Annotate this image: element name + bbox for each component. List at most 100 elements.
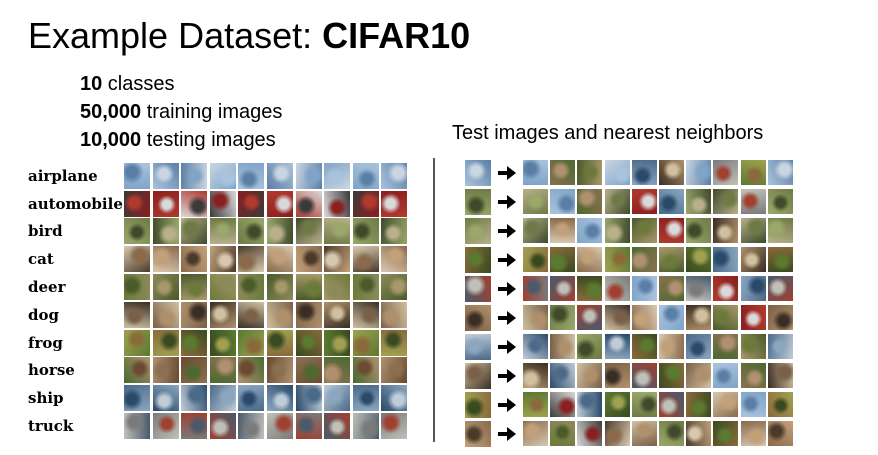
stat-testing: 10,000 testing images (80, 126, 282, 154)
stat-number: 10 (80, 73, 103, 95)
class-row-bird: bird (28, 218, 410, 246)
horse-thumbnail (381, 357, 408, 384)
neighbor-image (686, 276, 712, 301)
class-row-deer: deer (28, 273, 410, 301)
frog-thumbnail (295, 329, 322, 356)
neighbor-image (550, 421, 576, 446)
frog-thumbnail (352, 329, 379, 356)
neighbor-image (604, 305, 630, 330)
frog-thumbnail (266, 329, 293, 356)
neighbor-image (686, 189, 712, 214)
neighbor-image (604, 276, 630, 301)
arrow-right-icon (498, 252, 516, 267)
cat-thumbnail (381, 246, 408, 273)
class-row-automobile: automobile (28, 190, 410, 218)
neighbor-image (658, 247, 684, 272)
stat-text: classes (102, 73, 175, 95)
neighbor-image (577, 218, 603, 243)
neighbor-image (713, 334, 739, 359)
truck-thumbnail (124, 413, 150, 440)
dog-thumbnail (209, 301, 236, 328)
deer-thumbnail (266, 274, 293, 301)
neighbor-image (604, 421, 630, 446)
bird-thumbnail (152, 218, 179, 245)
airplane-thumbnail (324, 162, 351, 189)
horse-thumbnail (324, 357, 351, 384)
truck-thumbnail (352, 413, 379, 440)
class-label: bird (28, 222, 63, 241)
neighbor-image (767, 363, 793, 388)
arrow-right-icon (498, 281, 516, 296)
neighbor-image (604, 392, 630, 417)
neighbor-image (523, 305, 548, 330)
dog-thumbnail (238, 301, 265, 328)
truck-thumbnail (266, 413, 293, 440)
neighbor-image (577, 160, 603, 185)
neighbor-image (631, 334, 657, 359)
automobile-thumbnail (352, 190, 379, 217)
ship-thumbnail (352, 385, 379, 412)
ship-thumbnail (295, 385, 322, 412)
neighbor-image (713, 305, 739, 330)
neighbor-image (604, 363, 630, 388)
neighbor-image (686, 392, 712, 417)
deer-thumbnail (381, 274, 408, 301)
neighbor-image (658, 421, 684, 446)
query-image (465, 275, 491, 302)
cat-thumbnail (152, 246, 179, 273)
cat-thumbnail (352, 246, 379, 273)
query-image (465, 391, 491, 418)
neighbor-image (713, 276, 739, 301)
class-row-frog: frog (28, 329, 410, 357)
neighbor-image (740, 276, 766, 301)
dog-thumbnail (295, 301, 322, 328)
bird-thumbnail (352, 218, 379, 245)
neighbor-image (523, 218, 548, 243)
automobile-thumbnail (124, 190, 150, 217)
class-label: airplane (28, 166, 98, 185)
neighbor-image (686, 218, 712, 243)
dog-thumbnail (381, 301, 408, 328)
nn-row (465, 158, 795, 187)
ship-thumbnail (381, 385, 408, 412)
class-sample-grid: airplane automobile bird cat deer dog frog hors… (28, 162, 410, 440)
neighbor-image (631, 218, 657, 243)
neighbor-image (767, 247, 793, 272)
class-row-horse: horse (28, 357, 410, 385)
bird-thumbnail (381, 218, 408, 245)
neighbor-image (740, 160, 766, 185)
ship-thumbnail (266, 385, 293, 412)
deer-thumbnail (352, 274, 379, 301)
class-label: cat (28, 250, 54, 269)
airplane-thumbnail (352, 162, 379, 189)
neighbor-image (740, 334, 766, 359)
neighbor-image (523, 276, 548, 301)
neighbor-image (713, 218, 739, 243)
neighbor-image (740, 421, 766, 446)
neighbor-image (523, 189, 548, 214)
neighbor-image (550, 363, 576, 388)
neighbor-image (767, 392, 793, 417)
dog-thumbnail (324, 301, 351, 328)
query-image (465, 159, 491, 186)
horse-thumbnail (152, 357, 179, 384)
dog-thumbnail (352, 301, 379, 328)
nn-row (465, 274, 795, 303)
arrow-right-icon (498, 223, 516, 238)
neighbor-image (686, 247, 712, 272)
cat-thumbnail (238, 246, 265, 273)
automobile-thumbnail (324, 190, 351, 217)
neighbor-image (577, 334, 603, 359)
neighbor-image (550, 160, 576, 185)
nn-row (465, 332, 795, 361)
neighbor-image (577, 421, 603, 446)
query-image (465, 333, 491, 360)
horse-thumbnail (238, 357, 265, 384)
neighbor-image (523, 363, 548, 388)
class-row-airplane: airplane (28, 162, 410, 190)
neighbor-image (631, 247, 657, 272)
neighbor-image (767, 160, 793, 185)
neighbor-image (713, 363, 739, 388)
frog-thumbnail (238, 329, 265, 356)
neighbor-image (658, 189, 684, 214)
